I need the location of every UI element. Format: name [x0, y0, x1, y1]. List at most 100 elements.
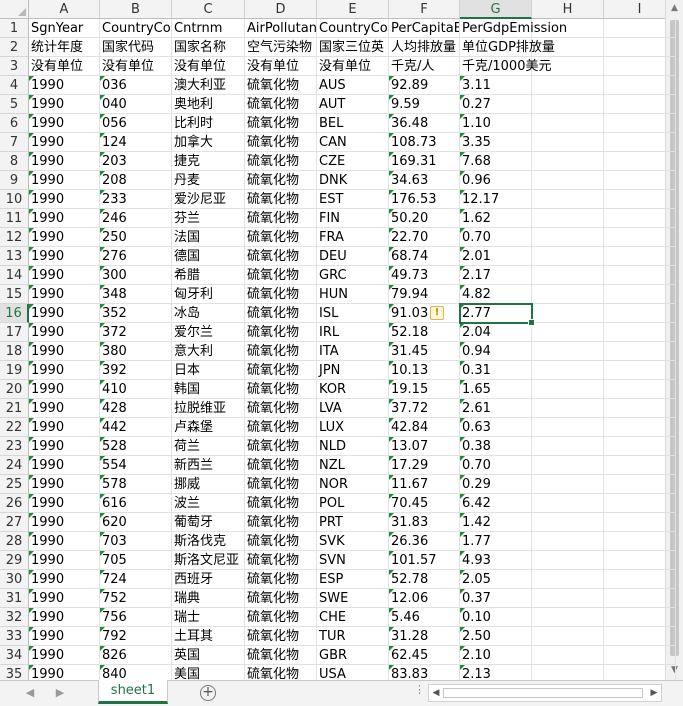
row-header-2[interactable]: 2	[0, 38, 29, 57]
cell-A19[interactable]: 1990	[29, 361, 100, 380]
cell-B5[interactable]: 040	[100, 95, 172, 114]
cell-I33[interactable]	[604, 627, 676, 646]
cell-D20[interactable]: 硫氧化物	[245, 380, 317, 399]
row-header-25[interactable]: 25	[0, 475, 29, 494]
cell-H25[interactable]	[532, 475, 604, 494]
cell-D21[interactable]: 硫氧化物	[245, 399, 317, 418]
cell-F12[interactable]: 22.70	[389, 228, 460, 247]
horizontal-scrollbar[interactable]: ◀ ▶	[428, 684, 662, 702]
prev-sheet-icon[interactable]: ◀	[22, 685, 38, 701]
cell-B24[interactable]: 554	[100, 456, 172, 475]
cell-C29[interactable]: 斯洛文尼亚	[172, 551, 245, 570]
add-sheet-button[interactable]: +	[200, 685, 216, 701]
row-header-9[interactable]: 9	[0, 171, 29, 190]
cell-G25[interactable]: 0.29	[460, 475, 532, 494]
cell-C15[interactable]: 匈牙利	[172, 285, 245, 304]
cell-G13[interactable]: 2.01	[460, 247, 532, 266]
cell-C26[interactable]: 波兰	[172, 494, 245, 513]
cell-E10[interactable]: EST	[317, 190, 389, 209]
cell-E17[interactable]: IRL	[317, 323, 389, 342]
cell-B6[interactable]: 056	[100, 114, 172, 133]
row-header-17[interactable]: 17	[0, 323, 29, 342]
scroll-left-icon[interactable]: ◀	[429, 685, 443, 701]
cell-F24[interactable]: 17.29	[389, 456, 460, 475]
cell-D6[interactable]: 硫氧化物	[245, 114, 317, 133]
cell-D17[interactable]: 硫氧化物	[245, 323, 317, 342]
cell-H33[interactable]	[532, 627, 604, 646]
cell-A32[interactable]: 1990	[29, 608, 100, 627]
cell-C31[interactable]: 瑞典	[172, 589, 245, 608]
select-all-corner[interactable]	[0, 0, 29, 19]
cell-H32[interactable]	[532, 608, 604, 627]
cell-D34[interactable]: 硫氧化物	[245, 646, 317, 665]
cell-I2[interactable]	[604, 38, 676, 57]
cell-F23[interactable]: 13.07	[389, 437, 460, 456]
cell-C33[interactable]: 土耳其	[172, 627, 245, 646]
cell-D27[interactable]: 硫氧化物	[245, 513, 317, 532]
cell-H1[interactable]	[532, 19, 604, 38]
cell-B34[interactable]: 826	[100, 646, 172, 665]
cell-F11[interactable]: 50.20	[389, 209, 460, 228]
cell-F9[interactable]: 34.63	[389, 171, 460, 190]
cell-F13[interactable]: 68.74	[389, 247, 460, 266]
sheet-tab-sheet1[interactable]: sheet1	[98, 680, 168, 704]
cell-E8[interactable]: CZE	[317, 152, 389, 171]
cell-I16[interactable]	[604, 304, 676, 323]
cell-E31[interactable]: SWE	[317, 589, 389, 608]
cell-F29[interactable]: 101.57	[389, 551, 460, 570]
cell-B21[interactable]: 428	[100, 399, 172, 418]
cell-E12[interactable]: FRA	[317, 228, 389, 247]
cell-F19[interactable]: 10.13	[389, 361, 460, 380]
cell-E11[interactable]: FIN	[317, 209, 389, 228]
cell-E30[interactable]: ESP	[317, 570, 389, 589]
cell-E9[interactable]: DNK	[317, 171, 389, 190]
cell-E20[interactable]: KOR	[317, 380, 389, 399]
column-header-C[interactable]: C	[172, 0, 245, 19]
cell-G26[interactable]: 6.42	[460, 494, 532, 513]
cell-C28[interactable]: 斯洛伐克	[172, 532, 245, 551]
cell-H8[interactable]	[532, 152, 604, 171]
cell-A26[interactable]: 1990	[29, 494, 100, 513]
cell-D3[interactable]: 没有单位	[245, 57, 317, 76]
cell-I18[interactable]	[604, 342, 676, 361]
cell-D12[interactable]: 硫氧化物	[245, 228, 317, 247]
cell-G20[interactable]: 1.65	[460, 380, 532, 399]
cell-C1[interactable]: Cntrnm	[172, 19, 245, 38]
cell-E16[interactable]: ISL	[317, 304, 389, 323]
cell-A10[interactable]: 1990	[29, 190, 100, 209]
cell-H7[interactable]	[532, 133, 604, 152]
cell-B18[interactable]: 380	[100, 342, 172, 361]
cell-C7[interactable]: 加拿大	[172, 133, 245, 152]
cell-F7[interactable]: 108.73	[389, 133, 460, 152]
cell-H31[interactable]	[532, 589, 604, 608]
cell-I35[interactable]	[604, 665, 676, 680]
cell-I17[interactable]	[604, 323, 676, 342]
cell-E14[interactable]: GRC	[317, 266, 389, 285]
cell-G16[interactable]: 2.77	[460, 304, 532, 323]
cell-A22[interactable]: 1990	[29, 418, 100, 437]
row-header-28[interactable]: 28	[0, 532, 29, 551]
cell-G28[interactable]: 1.77	[460, 532, 532, 551]
cell-H23[interactable]	[532, 437, 604, 456]
cell-F16[interactable]: 91.03	[389, 304, 460, 323]
row-header-34[interactable]: 34	[0, 646, 29, 665]
cell-F3[interactable]: 千克/人	[389, 57, 460, 76]
cell-I6[interactable]	[604, 114, 676, 133]
cell-H14[interactable]	[532, 266, 604, 285]
cell-B23[interactable]: 528	[100, 437, 172, 456]
cell-H22[interactable]	[532, 418, 604, 437]
cell-E18[interactable]: ITA	[317, 342, 389, 361]
cell-G10[interactable]: 12.17	[460, 190, 532, 209]
cell-G19[interactable]: 0.31	[460, 361, 532, 380]
cell-B16[interactable]: 352	[100, 304, 172, 323]
cell-B11[interactable]: 246	[100, 209, 172, 228]
cell-I30[interactable]	[604, 570, 676, 589]
cell-G5[interactable]: 0.27	[460, 95, 532, 114]
cell-A6[interactable]: 1990	[29, 114, 100, 133]
cell-D9[interactable]: 硫氧化物	[245, 171, 317, 190]
cell-A8[interactable]: 1990	[29, 152, 100, 171]
cell-I9[interactable]	[604, 171, 676, 190]
cell-G21[interactable]: 2.61	[460, 399, 532, 418]
cell-C24[interactable]: 新西兰	[172, 456, 245, 475]
cell-G11[interactable]: 1.62	[460, 209, 532, 228]
